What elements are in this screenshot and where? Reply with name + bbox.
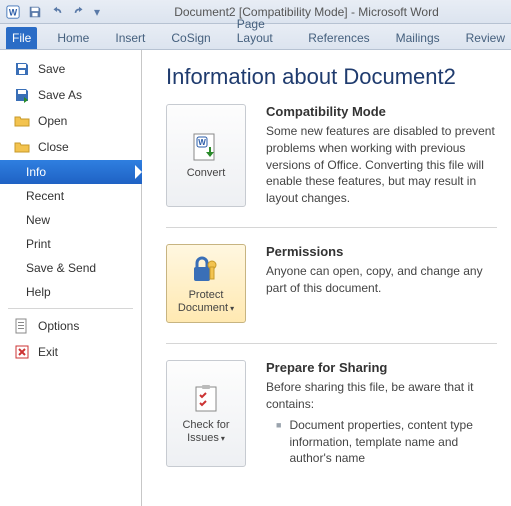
- permissions-desc: Permissions Anyone can open, copy, and c…: [266, 244, 497, 323]
- qat-dropdown-icon[interactable]: ▾: [92, 3, 102, 21]
- sidebar-item-exit[interactable]: Exit: [0, 339, 141, 365]
- sidebar-separator: [8, 308, 133, 309]
- ribbon-tabs: File Home Insert CoSign Page Layout Refe…: [0, 24, 511, 50]
- section-heading: Prepare for Sharing: [266, 360, 497, 375]
- section-body: Before sharing this file, be aware that …: [266, 379, 497, 413]
- button-label: Protect Document▾: [171, 289, 241, 314]
- sidebar-item-label: Save: [38, 62, 65, 76]
- sidebar-item-label: Options: [38, 319, 79, 333]
- sidebar-item-label: Open: [38, 114, 67, 128]
- tab-page-layout[interactable]: Page Layout: [231, 13, 289, 49]
- chevron-down-icon: ▾: [221, 434, 225, 443]
- convert-button[interactable]: W Convert: [166, 104, 246, 207]
- word-app-icon[interactable]: W: [4, 3, 22, 21]
- tab-cosign[interactable]: CoSign: [165, 27, 216, 49]
- folder-close-icon: [14, 139, 30, 155]
- sidebar-item-label: Close: [38, 140, 69, 154]
- window-title: Document2 [Compatibility Mode] - Microso…: [106, 5, 507, 19]
- section-separator: [166, 227, 497, 228]
- sidebar-item-save-as[interactable]: Save As: [0, 82, 141, 108]
- tab-home[interactable]: Home: [51, 27, 95, 49]
- sidebar-item-print[interactable]: Print: [0, 232, 141, 256]
- section-prepare-sharing: Check for Issues▾ Prepare for Sharing Be…: [166, 360, 497, 481]
- sidebar-item-label: Exit: [38, 345, 58, 359]
- check-issues-button[interactable]: Check for Issues▾: [166, 360, 246, 467]
- list-item: Document properties, content type inform…: [266, 417, 497, 467]
- redo-icon[interactable]: [70, 3, 88, 21]
- sidebar-item-label: Print: [26, 237, 51, 251]
- backstage: Save Save As Open Close Info Recent New …: [0, 50, 511, 506]
- tab-references[interactable]: References: [302, 27, 375, 49]
- tab-insert[interactable]: Insert: [109, 27, 151, 49]
- sidebar-item-label: Save As: [38, 88, 82, 102]
- section-body: Some new features are disabled to preven…: [266, 123, 497, 207]
- save-icon[interactable]: [26, 3, 44, 21]
- svg-text:W: W: [9, 7, 18, 17]
- sidebar-item-label: New: [26, 213, 50, 227]
- tab-file[interactable]: File: [6, 27, 37, 49]
- section-permissions: Protect Document▾ Permissions Anyone can…: [166, 244, 497, 337]
- section-body: Anyone can open, copy, and change any pa…: [266, 263, 497, 297]
- sidebar-item-label: Info: [26, 165, 46, 179]
- sidebar-item-save[interactable]: Save: [0, 56, 141, 82]
- save-disk-icon: [14, 61, 30, 77]
- info-pane: Information about Document2 W Convert Co…: [142, 50, 511, 506]
- chevron-down-icon: ▾: [230, 304, 234, 313]
- section-compatibility: W Convert Compatibility Mode Some new fe…: [166, 104, 497, 221]
- undo-icon[interactable]: [48, 3, 66, 21]
- compatibility-desc: Compatibility Mode Some new features are…: [266, 104, 497, 207]
- save-as-icon: [14, 87, 30, 103]
- sidebar-item-help[interactable]: Help: [0, 280, 141, 304]
- button-label: Convert: [187, 167, 226, 180]
- sidebar-item-save-send[interactable]: Save & Send: [0, 256, 141, 280]
- sidebar-item-label: Help: [26, 285, 51, 299]
- convert-doc-icon: W: [190, 131, 222, 163]
- protect-document-button[interactable]: Protect Document▾: [166, 244, 246, 323]
- sidebar-item-new[interactable]: New: [0, 208, 141, 232]
- sidebar-item-recent[interactable]: Recent: [0, 184, 141, 208]
- section-heading: Permissions: [266, 244, 497, 259]
- svg-text:W: W: [198, 138, 206, 147]
- sidebar-item-options[interactable]: Options: [0, 313, 141, 339]
- sidebar-item-info[interactable]: Info: [0, 160, 142, 184]
- exit-icon: [14, 344, 30, 360]
- lock-key-icon: [190, 253, 222, 285]
- folder-open-icon: [14, 113, 30, 129]
- page-title: Information about Document2: [166, 64, 497, 90]
- checklist-icon: [190, 383, 222, 415]
- sidebar-item-close[interactable]: Close: [0, 134, 141, 160]
- section-separator: [166, 343, 497, 344]
- tab-mailings[interactable]: Mailings: [390, 27, 446, 49]
- sidebar-item-label: Recent: [26, 189, 64, 203]
- sidebar-item-label: Save & Send: [26, 261, 96, 275]
- section-heading: Compatibility Mode: [266, 104, 497, 119]
- issues-list: Document properties, content type inform…: [266, 417, 497, 467]
- sidebar-item-open[interactable]: Open: [0, 108, 141, 134]
- prepare-sharing-desc: Prepare for Sharing Before sharing this …: [266, 360, 497, 467]
- tab-review[interactable]: Review: [460, 27, 511, 49]
- options-icon: [14, 318, 30, 334]
- backstage-sidebar: Save Save As Open Close Info Recent New …: [0, 50, 142, 506]
- button-label: Check for Issues▾: [171, 419, 241, 444]
